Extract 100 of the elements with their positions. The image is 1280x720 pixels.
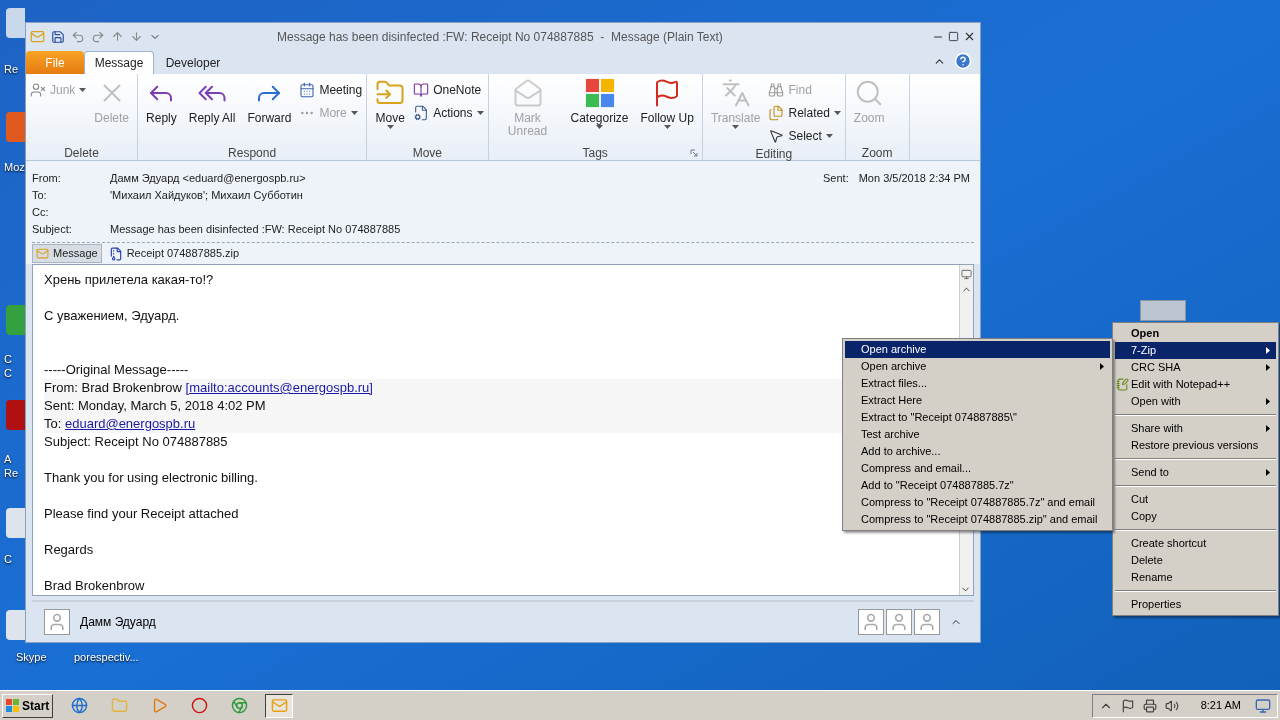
- menu-item[interactable]: Extract files...: [845, 375, 1110, 392]
- menu-item[interactable]: Send to: [1115, 464, 1276, 481]
- menu-item[interactable]: 7-Zip: [1115, 342, 1276, 359]
- clock[interactable]: 8:21 AM: [1200, 697, 1241, 714]
- ribbon-small-button[interactable]: OneNote: [413, 80, 484, 100]
- ribbon-button[interactable]: Reply: [142, 78, 181, 145]
- desktop-icon-label: C: [4, 552, 12, 566]
- translate-icon: [720, 78, 751, 108]
- ribbon-button[interactable]: Move: [371, 78, 410, 145]
- submenu-arrow-icon: [1266, 469, 1270, 476]
- caret-icon: [476, 111, 484, 115]
- mail-icon: [30, 29, 45, 44]
- up-icon[interactable]: [111, 30, 124, 43]
- close-icon[interactable]: [963, 30, 976, 43]
- folder-icon: [110, 697, 128, 714]
- menu-item[interactable]: Share with: [1115, 420, 1276, 437]
- message-line: Subject: Receipt No 074887885: [44, 434, 228, 449]
- field-label: From:: [32, 171, 62, 187]
- desktop-icon-label: Re: [4, 62, 19, 76]
- redo-icon[interactable]: [91, 29, 105, 44]
- caret-icon: [386, 125, 394, 129]
- down-icon[interactable]: [130, 30, 143, 43]
- show-desktop-icon[interactable]: [1255, 697, 1271, 714]
- menu-item[interactable]: Open archive: [845, 341, 1110, 358]
- ribbon-button[interactable]: Forward: [243, 78, 296, 145]
- menu-item[interactable]: Cut: [1115, 491, 1276, 508]
- menu-item[interactable]: Test archive: [845, 426, 1110, 443]
- email-link[interactable]: [mailto:accounts@energospb.ru]: [185, 380, 373, 395]
- group-label: Zoom: [860, 144, 894, 162]
- help-icon[interactable]: [954, 52, 972, 70]
- menu-item[interactable]: Extract Here: [845, 392, 1110, 409]
- desktop-icon-label: C: [4, 366, 12, 380]
- action-center-icon[interactable]: [1120, 698, 1135, 713]
- menu-item[interactable]: Add to archive...: [845, 443, 1110, 460]
- person-icon: [47, 612, 67, 632]
- message-line: С уважением, Эдуард.: [44, 308, 180, 323]
- menu-item[interactable]: Compress and email...: [845, 460, 1110, 477]
- menu-item[interactable]: CRC SHA: [1115, 359, 1276, 376]
- notebook-icon: [413, 82, 430, 98]
- printer-icon[interactable]: [1142, 698, 1157, 713]
- person-icon: [861, 612, 881, 632]
- person-icon: [917, 612, 937, 632]
- ribbon-small-button[interactable]: Related: [768, 103, 841, 123]
- view-toggle-icon[interactable]: [961, 269, 972, 280]
- windows-logo-icon: [6, 698, 20, 713]
- menu-item[interactable]: Add to "Receipt 074887885.7z": [845, 477, 1110, 494]
- menu-item[interactable]: Compress to "Receipt 074887885.7z" and email: [845, 494, 1110, 511]
- desktop-icon-label: Re: [4, 466, 19, 480]
- caret-icon: [596, 125, 603, 129]
- message-line: Please find your Receipt attached: [44, 506, 239, 521]
- menu-item[interactable]: Open with: [1115, 393, 1276, 410]
- taskbar-app[interactable]: [265, 693, 294, 718]
- menu-item[interactable]: Open archive: [845, 358, 1110, 375]
- ribbon-small-button[interactable]: Select: [768, 126, 841, 146]
- field-label: Sent:: [823, 171, 849, 187]
- ribbon-small-button[interactable]: Actions: [413, 103, 484, 123]
- menu-item[interactable]: Open: [1115, 325, 1276, 342]
- menu-item[interactable]: Delete: [1115, 552, 1276, 569]
- message-line: Brad Brokenbrow: [44, 578, 145, 593]
- ribbon-tab[interactable]: Message: [84, 51, 154, 74]
- ribbon-small-button[interactable]: Meeting: [299, 80, 363, 100]
- save-icon[interactable]: [51, 29, 65, 44]
- attachment-tab[interactable]: Message: [32, 244, 102, 263]
- pointer-icon: [768, 128, 785, 144]
- email-link[interactable]: eduard@energospb.ru: [64, 416, 196, 431]
- menu-item[interactable]: Restore previous versions: [1115, 437, 1276, 454]
- dialog-launcher-icon[interactable]: [689, 149, 698, 157]
- field-label: To:: [32, 188, 48, 204]
- ribbon-button[interactable]: Follow Up: [636, 78, 698, 145]
- undo-icon[interactable]: [71, 29, 85, 44]
- maximize-icon[interactable]: [948, 31, 959, 42]
- field-value: Mon 3/5/2018 2:34 PM: [858, 171, 970, 187]
- contact-avatar[interactable]: [44, 609, 70, 635]
- caret-icon: [732, 125, 740, 129]
- calendar-icon: [299, 82, 316, 98]
- message-line: Regards: [44, 542, 94, 557]
- submenu-arrow-icon: [1266, 398, 1270, 405]
- ribbon-button[interactable]: Categorize: [566, 78, 633, 145]
- submenu-arrow-icon: [1266, 347, 1270, 354]
- field-value: Дамм Эдуард <eduard@energospb.ru>: [110, 171, 306, 187]
- browser-icon: [70, 697, 88, 714]
- volume-icon[interactable]: [1164, 698, 1179, 713]
- attachment-tab[interactable]: Receipt 074887885.zip: [105, 244, 243, 263]
- ribbon-tab[interactable]: Developer: [154, 51, 232, 74]
- menu-item[interactable]: Properties: [1115, 596, 1276, 613]
- contact-avatar[interactable]: [914, 609, 940, 635]
- menu-item[interactable]: Rename: [1115, 569, 1276, 586]
- menu-item[interactable]: Compress to "Receipt 074887885.zip" and email: [845, 511, 1110, 528]
- message-line: From: Brad Brokenbrow [mailto:accounts@energospb.ru]: [44, 380, 373, 395]
- menu-item[interactable]: Extract to "Receipt 074887885\": [845, 409, 1110, 426]
- caret-icon: [833, 111, 841, 115]
- menu-item[interactable]: Copy: [1115, 508, 1276, 525]
- ribbon-button[interactable]: Reply All: [184, 78, 240, 145]
- start-button[interactable]: Start: [2, 693, 54, 718]
- menu-item[interactable]: Create shortcut: [1115, 535, 1276, 552]
- window-title: Message has been disinfected :FW: Receipt No 074887885 - Message (Plain Text): [277, 28, 723, 46]
- contact-avatar[interactable]: [858, 609, 884, 635]
- binoculars-icon: [768, 82, 785, 98]
- contact-avatar[interactable]: [886, 609, 912, 635]
- menu-item[interactable]: Edit with Notepad++: [1115, 376, 1276, 393]
